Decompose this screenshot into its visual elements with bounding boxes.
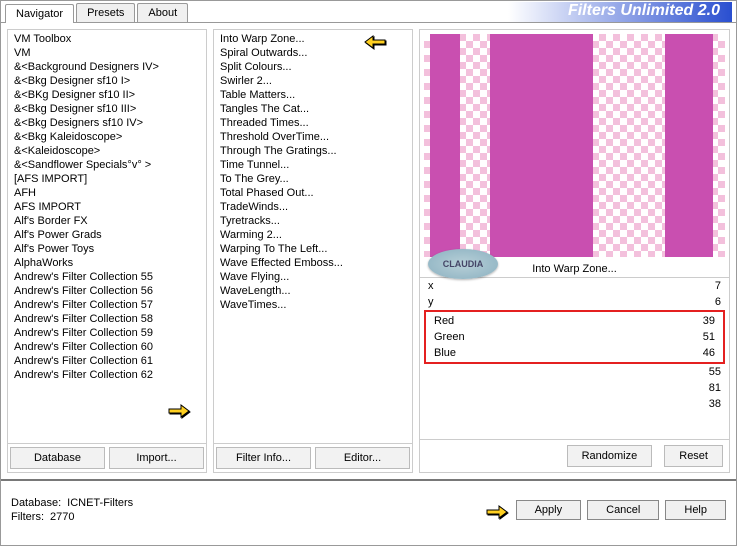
filter-item[interactable]: Tyretracks...: [214, 214, 412, 228]
slider-label: y: [428, 296, 478, 308]
category-item[interactable]: Alf's Border FX: [8, 214, 206, 228]
preview-column: CLAUDIA Into Warp Zone... x7y6 Red39Gree…: [419, 29, 730, 473]
footer: Database: ICNET-Filters Filters: 2770 Ap…: [1, 479, 736, 535]
slider-value: 46: [703, 347, 715, 359]
slider-row[interactable]: 55: [420, 364, 729, 380]
watermark-badge: CLAUDIA: [428, 249, 498, 279]
filter-item[interactable]: WaveTimes...: [214, 298, 412, 312]
filter-item[interactable]: Wave Flying...: [214, 270, 412, 284]
pointer-icon: [166, 399, 192, 419]
filter-item[interactable]: Threshold OverTime...: [214, 130, 412, 144]
category-item[interactable]: &<Bkg Designer sf10 III>: [8, 102, 206, 116]
category-item[interactable]: &<Bkg Designers sf10 IV>: [8, 116, 206, 130]
slider-label: Green: [434, 331, 484, 343]
sliders-panel: x7y6 Red39Green51Blue46 558138: [420, 278, 729, 439]
category-item[interactable]: Andrew's Filter Collection 57: [8, 298, 206, 312]
filter-item[interactable]: Wave Effected Emboss...: [214, 256, 412, 270]
filter-item[interactable]: Warping To The Left...: [214, 242, 412, 256]
slider-row[interactable]: Blue 46: [426, 345, 723, 361]
category-item[interactable]: Andrew's Filter Collection 58: [8, 312, 206, 326]
filter-item[interactable]: Warming 2...: [214, 228, 412, 242]
category-item[interactable]: AlphaWorks: [8, 256, 206, 270]
cancel-button[interactable]: Cancel: [587, 500, 659, 520]
filter-column: Into Warp Zone...Spiral Outwards...Split…: [213, 29, 413, 473]
category-item[interactable]: &<BKg Designer sf10 II>: [8, 88, 206, 102]
filter-item[interactable]: Split Colours...: [214, 60, 412, 74]
slider-value: 51: [703, 331, 715, 343]
filter-item[interactable]: WaveLength...: [214, 284, 412, 298]
pointer-icon: [362, 30, 388, 50]
import-button[interactable]: Import...: [109, 447, 204, 469]
slider-row[interactable]: 81: [420, 380, 729, 396]
filter-list[interactable]: Into Warp Zone...Spiral Outwards...Split…: [214, 30, 412, 443]
slider-value: 81: [709, 382, 721, 394]
slider-label: x: [428, 280, 478, 292]
slider-value: 7: [715, 280, 721, 292]
slider-value: 39: [703, 315, 715, 327]
slider-value: 6: [715, 296, 721, 308]
preview-title: Into Warp Zone...: [532, 263, 617, 275]
filter-item[interactable]: To The Grey...: [214, 172, 412, 186]
filter-item[interactable]: Threaded Times...: [214, 116, 412, 130]
category-item[interactable]: Andrew's Filter Collection 56: [8, 284, 206, 298]
category-item[interactable]: Andrew's Filter Collection 59: [8, 326, 206, 340]
preview-title-row: CLAUDIA Into Warp Zone...: [420, 261, 729, 277]
filter-item[interactable]: TradeWinds...: [214, 200, 412, 214]
preview-image: [424, 34, 725, 257]
category-list[interactable]: VM ToolboxVM&<Background Designers IV>&<…: [8, 30, 206, 443]
main-area: VM ToolboxVM&<Background Designers IV>&<…: [1, 23, 736, 479]
filter-item[interactable]: Tangles The Cat...: [214, 102, 412, 116]
category-item[interactable]: AFH: [8, 186, 206, 200]
category-item[interactable]: Alf's Power Grads: [8, 228, 206, 242]
category-item[interactable]: AFS IMPORT: [8, 200, 206, 214]
editor-button[interactable]: Editor...: [315, 447, 410, 469]
filter-item[interactable]: Through The Gratings...: [214, 144, 412, 158]
tab-about[interactable]: About: [137, 3, 188, 22]
category-item[interactable]: Andrew's Filter Collection 62: [8, 368, 206, 382]
reset-button[interactable]: Reset: [664, 445, 723, 467]
filter-item[interactable]: Time Tunnel...: [214, 158, 412, 172]
slider-value: 55: [709, 366, 721, 378]
category-item[interactable]: Alf's Power Toys: [8, 242, 206, 256]
category-item[interactable]: [AFS IMPORT]: [8, 172, 206, 186]
category-item[interactable]: Andrew's Filter Collection 55: [8, 270, 206, 284]
category-item[interactable]: &<Background Designers IV>: [8, 60, 206, 74]
database-value: ICNET-Filters: [67, 497, 133, 509]
filters-label: Filters:: [11, 511, 44, 523]
slider-row[interactable]: y6: [420, 294, 729, 310]
slider-row[interactable]: 38: [420, 396, 729, 412]
category-item[interactable]: VM Toolbox: [8, 32, 206, 46]
category-item[interactable]: VM: [8, 46, 206, 60]
slider-value: 38: [709, 398, 721, 410]
filter-item[interactable]: Swirler 2...: [214, 74, 412, 88]
category-item[interactable]: &<Kaleidoscope>: [8, 144, 206, 158]
slider-row[interactable]: x7: [420, 278, 729, 294]
filter-item[interactable]: Total Phased Out...: [214, 186, 412, 200]
filter-item[interactable]: Table Matters...: [214, 88, 412, 102]
app-title: Filters Unlimited 2.0: [508, 2, 732, 22]
apply-button[interactable]: Apply: [516, 500, 582, 520]
tab-presets[interactable]: Presets: [76, 3, 135, 22]
category-column: VM ToolboxVM&<Background Designers IV>&<…: [7, 29, 207, 473]
rgb-highlight: Red 39 Green 51 Blue 46: [424, 310, 725, 364]
pointer-icon: [484, 500, 510, 520]
randomize-button[interactable]: Randomize: [567, 445, 653, 467]
help-button[interactable]: Help: [665, 500, 726, 520]
slider-label: Blue: [434, 347, 484, 359]
slider-label: Red: [434, 315, 484, 327]
tab-navigator[interactable]: Navigator: [5, 4, 74, 23]
category-item[interactable]: &<Bkg Designer sf10 I>: [8, 74, 206, 88]
slider-row[interactable]: Green 51: [426, 329, 723, 345]
category-item[interactable]: Andrew's Filter Collection 61: [8, 354, 206, 368]
category-item[interactable]: Andrew's Filter Collection 60: [8, 340, 206, 354]
filters-value: 2770: [50, 511, 74, 523]
slider-row[interactable]: Red 39: [426, 313, 723, 329]
tabs-row: Navigator Presets About Filters Unlimite…: [1, 1, 736, 23]
category-item[interactable]: &<Bkg Kaleidoscope>: [8, 130, 206, 144]
category-item[interactable]: &<Sandflower Specials°v° >: [8, 158, 206, 172]
database-label: Database:: [11, 497, 61, 509]
filter-info-button[interactable]: Filter Info...: [216, 447, 311, 469]
database-button[interactable]: Database: [10, 447, 105, 469]
